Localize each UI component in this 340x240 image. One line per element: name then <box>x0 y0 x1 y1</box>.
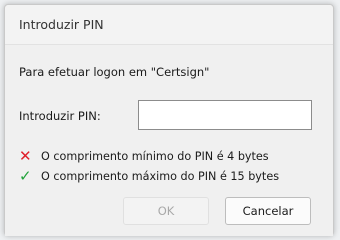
button-row: OK Cancelar <box>5 197 333 236</box>
ok-button[interactable]: OK <box>123 197 209 225</box>
dialog-content: Para efetuar logon em "Certsign" Introdu… <box>5 45 333 236</box>
pin-dialog: Introduzir PIN Para efetuar logon em "Ce… <box>4 4 334 236</box>
dialog-titlebar[interactable]: Introduzir PIN <box>5 5 333 45</box>
min-length-rule: ✕ O comprimento mínimo do PIN é 4 bytes <box>19 149 269 164</box>
check-icon: ✓ <box>19 167 32 185</box>
max-length-text: O comprimento máximo do PIN é 15 bytes <box>41 170 280 183</box>
pin-label: Introduzir PIN: <box>19 109 101 123</box>
cross-icon: ✕ <box>19 147 32 165</box>
cancel-button[interactable]: Cancelar <box>225 197 311 225</box>
dialog-title: Introduzir PIN <box>19 17 104 32</box>
pin-input[interactable] <box>138 100 312 130</box>
max-length-rule: ✓ O comprimento máximo do PIN é 15 bytes <box>19 169 279 184</box>
logon-prompt: Para efetuar logon em "Certsign" <box>19 65 210 79</box>
min-length-text: O comprimento mínimo do PIN é 4 bytes <box>41 150 269 163</box>
